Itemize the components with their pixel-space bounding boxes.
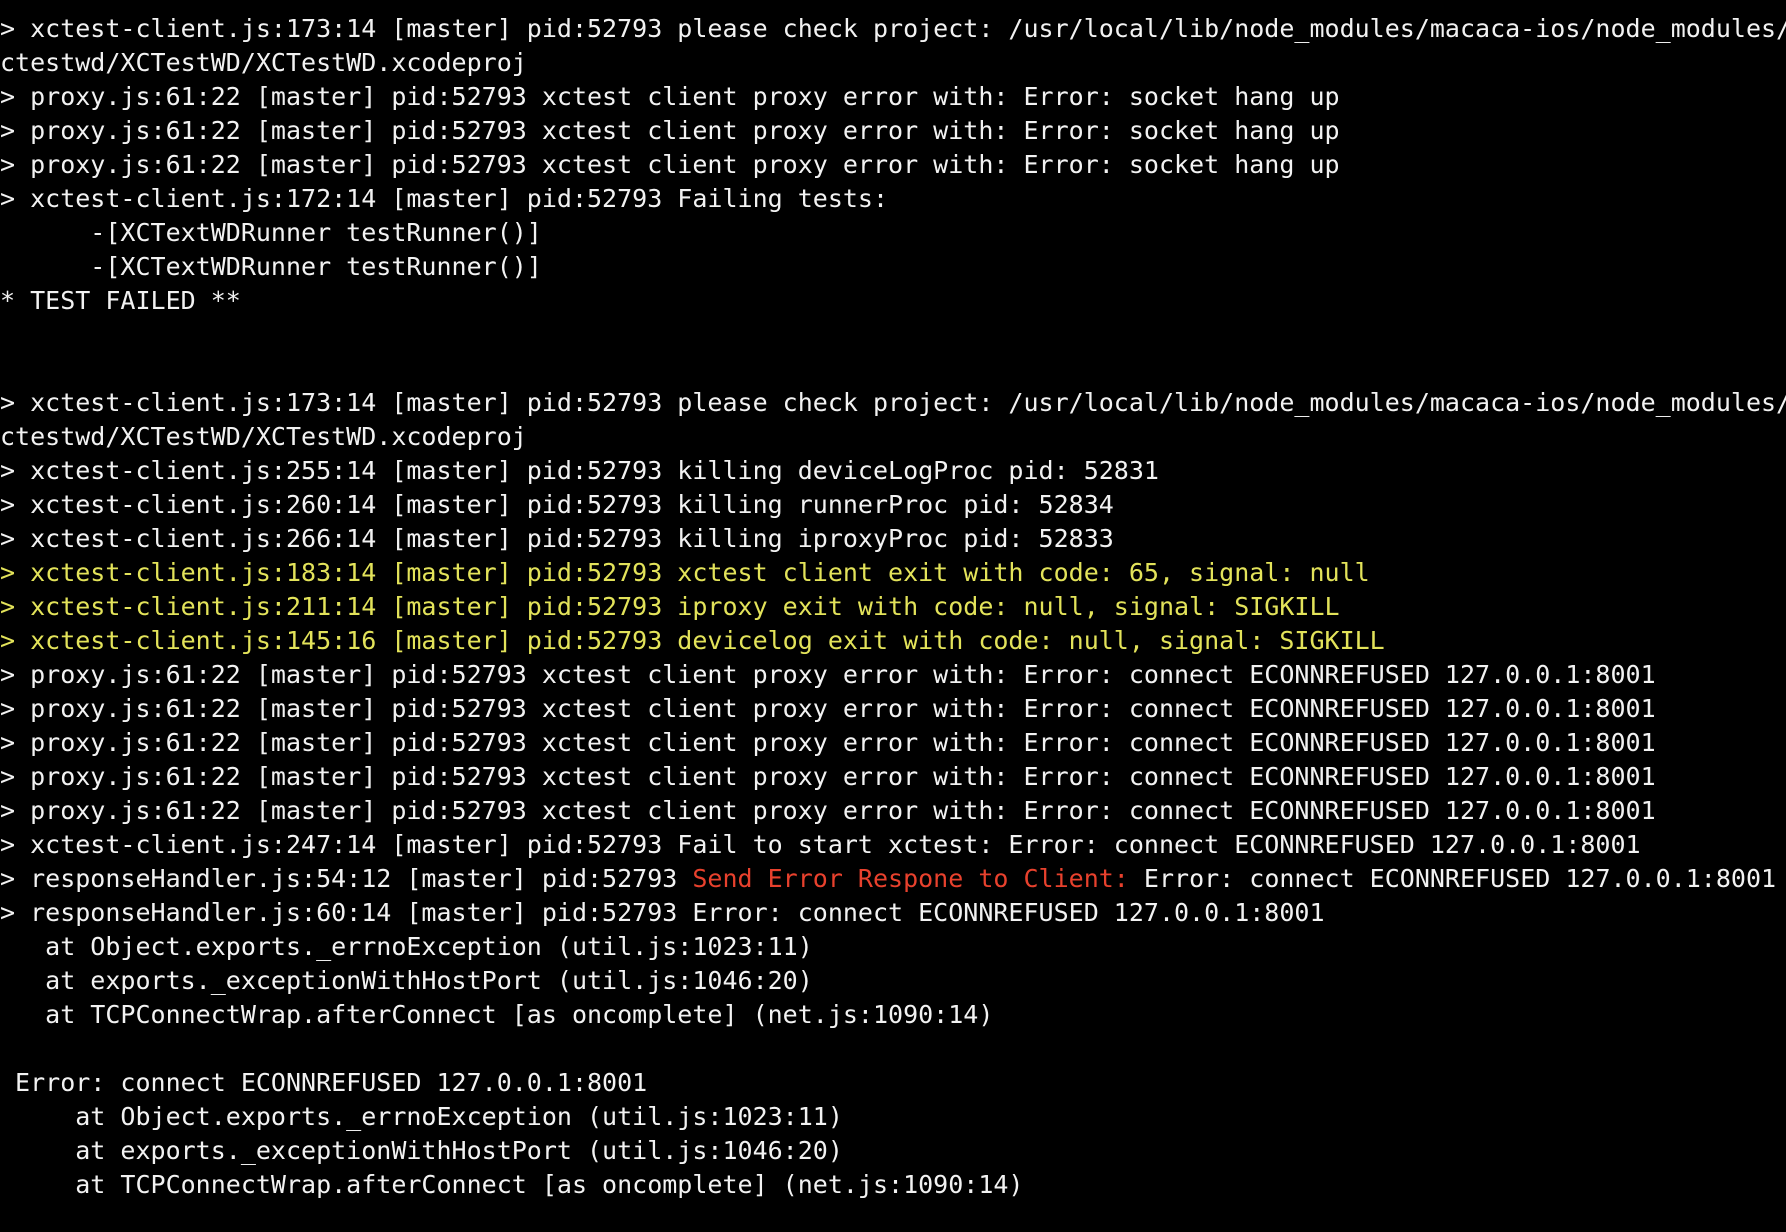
stack-trace-line: at TCPConnectWrap.afterConnect [as oncom… [0, 1170, 1024, 1199]
log-line: -[XCTextWDRunner testRunner()] [0, 252, 542, 281]
log-line: > xctest-client.js:247:14 [master] pid:5… [0, 830, 1641, 859]
log-line: > proxy.js:61:22 [master] pid:52793 xcte… [0, 762, 1656, 791]
response-log-line: > responseHandler.js:54:12 [master] pid:… [0, 862, 1786, 896]
log-line: > xctest-client.js:172:14 [master] pid:5… [0, 184, 889, 213]
warning-log-line: > xctest-client.js:145:16 [master] pid:5… [0, 624, 1786, 658]
log-line: > proxy.js:61:22 [master] pid:52793 xcte… [0, 660, 1656, 689]
log-line: > xctest-client.js:255:14 [master] pid:5… [0, 456, 1159, 485]
warning-log-line: > xctest-client.js:211:14 [master] pid:5… [0, 590, 1786, 624]
log-line: -[XCTextWDRunner testRunner()] [0, 218, 542, 247]
error-line: Error: connect ECONNREFUSED 127.0.0.1:80… [0, 1068, 648, 1097]
log-line: ctestwd/XCTestWD/XCTestWD.xcodeproj [0, 422, 527, 451]
log-line: ctestwd/XCTestWD/XCTestWD.xcodeproj [0, 48, 527, 77]
warning-text: > xctest-client.js:211:14 [master] pid:5… [0, 592, 1340, 621]
log-line: > proxy.js:61:22 [master] pid:52793 xcte… [0, 116, 1340, 145]
response-prefix: > responseHandler.js:54:12 [master] pid:… [0, 864, 693, 893]
stack-trace-line: at Object.exports._errnoException (util.… [0, 1102, 843, 1131]
log-line: > responseHandler.js:60:14 [master] pid:… [0, 898, 1325, 927]
log-line: > xctest-client.js:266:14 [master] pid:5… [0, 524, 1114, 553]
response-suffix: Error: connect ECONNREFUSED 127.0.0.1:80… [1128, 864, 1777, 893]
log-line: > proxy.js:61:22 [master] pid:52793 xcte… [0, 728, 1656, 757]
log-line: > proxy.js:61:22 [master] pid:52793 xcte… [0, 796, 1656, 825]
log-line: > xctest-client.js:260:14 [master] pid:5… [0, 490, 1114, 519]
warning-text: > xctest-client.js:145:16 [master] pid:5… [0, 626, 1385, 655]
log-line: > proxy.js:61:22 [master] pid:52793 xcte… [0, 694, 1656, 723]
stack-trace-line: at Object.exports._errnoException (util.… [0, 932, 813, 961]
log-line: > xctest-client.js:173:14 [master] pid:5… [0, 388, 1786, 417]
stack-trace-line: at exports._exceptionWithHostPort (util.… [0, 1136, 843, 1165]
error-highlight-text: Send Error Respone to Client: [692, 864, 1129, 893]
warning-log-line: > xctest-client.js:183:14 [master] pid:5… [0, 556, 1786, 590]
stack-trace-line: at exports._exceptionWithHostPort (util.… [0, 966, 813, 995]
log-line: > proxy.js:61:22 [master] pid:52793 xcte… [0, 150, 1340, 179]
log-line: > xctest-client.js:173:14 [master] pid:5… [0, 14, 1786, 43]
stack-trace-line: at TCPConnectWrap.afterConnect [as oncom… [0, 1000, 994, 1029]
log-line: > proxy.js:61:22 [master] pid:52793 xcte… [0, 82, 1340, 111]
warning-text: > xctest-client.js:183:14 [master] pid:5… [0, 558, 1370, 587]
log-line: * TEST FAILED ** [0, 286, 241, 315]
terminal-window[interactable]: > xctest-client.js:173:14 [master] pid:5… [0, 0, 1786, 1232]
